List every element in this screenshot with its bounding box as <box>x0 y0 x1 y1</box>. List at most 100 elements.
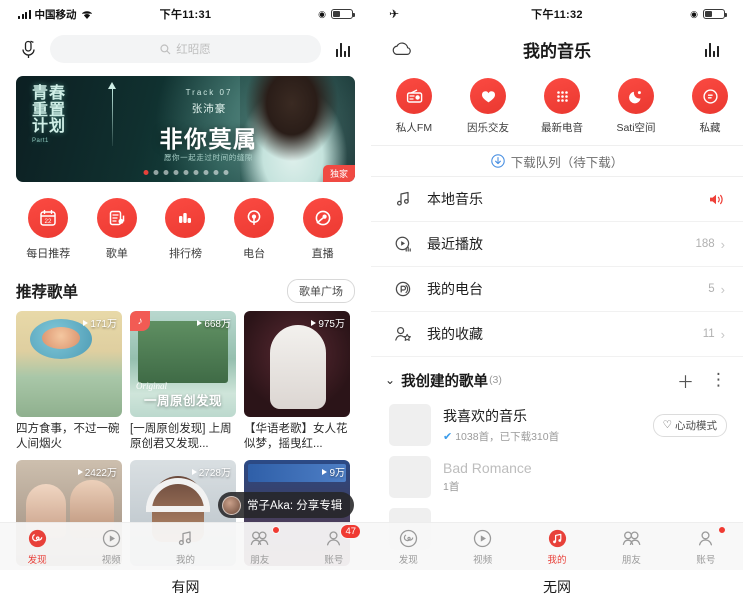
equalizer-icon[interactable] <box>697 42 727 57</box>
quick-entry-label: 因乐交友 <box>467 122 509 134</box>
playlist-grid-row-1: 171万 四方食事，不过一碗人间烟火 ♪ 668万 Original 一周原创发… <box>0 311 371 452</box>
speaker-icon[interactable] <box>708 192 725 207</box>
friends-icon <box>620 527 643 549</box>
tab-discover[interactable]: 发现 <box>0 527 74 566</box>
tab-label: 账号 <box>324 555 344 566</box>
play-count: 975万 <box>311 315 345 330</box>
quick-entry-playlist[interactable]: 歌单 <box>83 198 152 261</box>
play-count: 2422万 <box>77 464 117 479</box>
quick-entry-new-electronic[interactable]: 最新电音 <box>525 78 599 135</box>
comparison-stage: 中国移动 下午11:31 ◉ 红昭愿 青春 重置 计划 Part1 Track … <box>0 0 743 600</box>
rotation-lock-icon: ◉ <box>318 8 326 19</box>
tab-label: 朋友 <box>250 555 270 566</box>
music-note-icon <box>175 527 196 549</box>
playlist-icon <box>96 198 137 238</box>
playlist-row-favorite[interactable]: 我喜欢的音乐 ✔ 1038首，已下载310首 ♡ 心动模式 <box>371 399 743 451</box>
tab-discover[interactable]: 发现 <box>371 527 445 566</box>
banner-track-block: Track 07 张沛豪 <box>134 88 284 116</box>
tab-friends[interactable]: 朋友 <box>223 526 297 566</box>
signal-strength-icon <box>18 9 31 19</box>
moon-icon <box>618 78 654 114</box>
heart-outline-icon: ♡ <box>662 419 672 431</box>
plus-icon[interactable]: ＋ <box>677 368 694 393</box>
quick-entry-music-friends[interactable]: 因乐交友 <box>451 78 525 135</box>
chevron-down-icon[interactable]: ⌄ <box>385 373 395 387</box>
playlist-thumbnail[interactable]: 975万 <box>244 311 350 417</box>
playlist-row-bad-romance[interactable]: Bad Romance 1首 <box>371 451 743 503</box>
tab-mine[interactable]: 我的 <box>148 527 222 566</box>
download-icon <box>490 154 505 168</box>
status-time: 下午11:32 <box>531 9 583 21</box>
microphone-icon[interactable] <box>16 40 40 59</box>
heartbeat-mode-button[interactable]: ♡ 心动模式 <box>652 413 727 437</box>
tab-account[interactable]: 账号 <box>669 526 743 566</box>
menu-row-label: 我的收藏 <box>427 326 483 342</box>
playlist-card[interactable]: 975万 【华语老歌】女人花似梦，摇曳红... <box>244 311 350 452</box>
tab-label: 发现 <box>398 555 418 566</box>
playlist-card[interactable]: ♪ 668万 Original 一周原创发现 [一周原创发现] 上周原创君又发现… <box>130 311 236 452</box>
banner-title-line-2: 重置 <box>32 101 67 119</box>
quick-entry-personal-fm[interactable]: 私人FM <box>377 78 451 135</box>
tab-label: 发现 <box>27 555 47 566</box>
right-quick-entry-row: 私人FM 因乐交友 最新电音 Sati空间 私藏 <box>371 70 743 139</box>
play-triangle-icon <box>191 468 197 475</box>
unread-badge: 47 <box>340 524 362 539</box>
playlist-meta: ✔ 1038首，已下载310首 <box>443 429 653 444</box>
playlist-title: 【华语老歌】女人花似梦，摇曳红... <box>244 423 348 451</box>
quick-entry-radio[interactable]: 电台 <box>220 198 289 261</box>
play-triangle-icon <box>197 319 203 326</box>
play-triangle-icon <box>311 319 317 326</box>
banner-carousel[interactable]: 青春 重置 计划 Part1 Track 07 张沛豪 非你莫属 愿你一起走过时… <box>0 70 371 182</box>
quick-entry-collection[interactable]: 私藏 <box>673 78 743 135</box>
play-count: 171万 <box>83 315 117 330</box>
menu-row-recent-play[interactable]: 最近播放 188 › <box>371 222 743 267</box>
created-playlists-header[interactable]: ⌄ 我创建的歌单 (3) ＋ ⋮ <box>371 361 743 399</box>
tab-video[interactable]: 视频 <box>445 527 519 566</box>
tab-account[interactable]: 账号 47 <box>297 524 371 566</box>
quick-entry-daily[interactable]: 22 每日推荐 <box>14 198 83 261</box>
playlist-card[interactable]: 171万 四方食事，不过一碗人间烟火 <box>16 311 122 452</box>
playlist-thumbnail[interactable]: ♪ 668万 Original 一周原创发现 <box>130 311 236 417</box>
menu-row-local-music[interactable]: 本地音乐 <box>371 177 743 222</box>
download-queue-row[interactable]: 下载队列（待下载） <box>371 145 743 177</box>
banner-left-title: 青春 重置 计划 Part1 <box>32 85 106 144</box>
banner-title-line-3: 计划 <box>32 118 67 136</box>
quick-entry-label: 私藏 <box>699 122 721 134</box>
quick-entry-label: 电台 <box>243 248 266 260</box>
discover-icon <box>27 527 48 549</box>
user-avatar <box>222 495 241 515</box>
toast-text: 常子Aka: 分享专辑 <box>247 500 343 512</box>
banner-pagination-dots[interactable] <box>143 170 228 175</box>
search-placeholder: 红昭愿 <box>176 44 211 56</box>
play-triangle-icon <box>322 468 328 475</box>
right-caption: 无网 <box>543 579 571 595</box>
banner-arrow-decor <box>108 82 116 146</box>
thumbnail-overlay-label: 一周原创发现 <box>143 394 222 408</box>
quick-entry-sati-space[interactable]: Sati空间 <box>599 78 673 135</box>
playlist-square-button[interactable]: 歌单广场 <box>287 279 355 303</box>
svg-text:22: 22 <box>45 218 52 225</box>
tab-video[interactable]: 视频 <box>74 527 148 566</box>
tab-mine[interactable]: 我的 <box>520 527 594 566</box>
share-toast[interactable]: 常子Aka: 分享专辑 <box>218 492 355 518</box>
tab-friends[interactable]: 朋友 <box>594 527 668 566</box>
playlist-thumbnail[interactable]: 171万 <box>16 311 122 417</box>
left-caption: 有网 <box>171 579 200 595</box>
menu-row-my-collection[interactable]: 我的收藏 11 › <box>371 312 743 357</box>
right-phone-screen: ✈ 下午11:32 ◉ 我的音乐 私人FM 因乐交友 最新电音 Sati空间 私… <box>371 0 743 600</box>
battery-icon <box>703 9 727 19</box>
recent-play-icon <box>393 234 427 254</box>
page-title: 推荐歌单 <box>16 284 79 301</box>
more-vertical-icon[interactable]: ⋮ <box>710 370 727 390</box>
quick-entry-live[interactable]: 直播 <box>288 198 357 261</box>
right-tab-bar: 发现 视频 我的 朋友 账号 <box>371 522 743 570</box>
quick-entry-ranking[interactable]: 排行榜 <box>151 198 220 261</box>
menu-row-count: 188 <box>695 238 715 250</box>
cloud-icon[interactable] <box>387 41 417 57</box>
menu-row-my-radio[interactable]: 我的电台 5 › <box>371 267 743 312</box>
search-input[interactable]: 红昭愿 <box>50 35 321 63</box>
equalizer-icon[interactable] <box>331 42 355 57</box>
banner-artist-name: 张沛豪 <box>191 103 227 115</box>
group-count: (3) <box>489 374 502 386</box>
banner-slide[interactable]: 青春 重置 计划 Part1 Track 07 张沛豪 非你莫属 愿你一起走过时… <box>16 76 355 182</box>
